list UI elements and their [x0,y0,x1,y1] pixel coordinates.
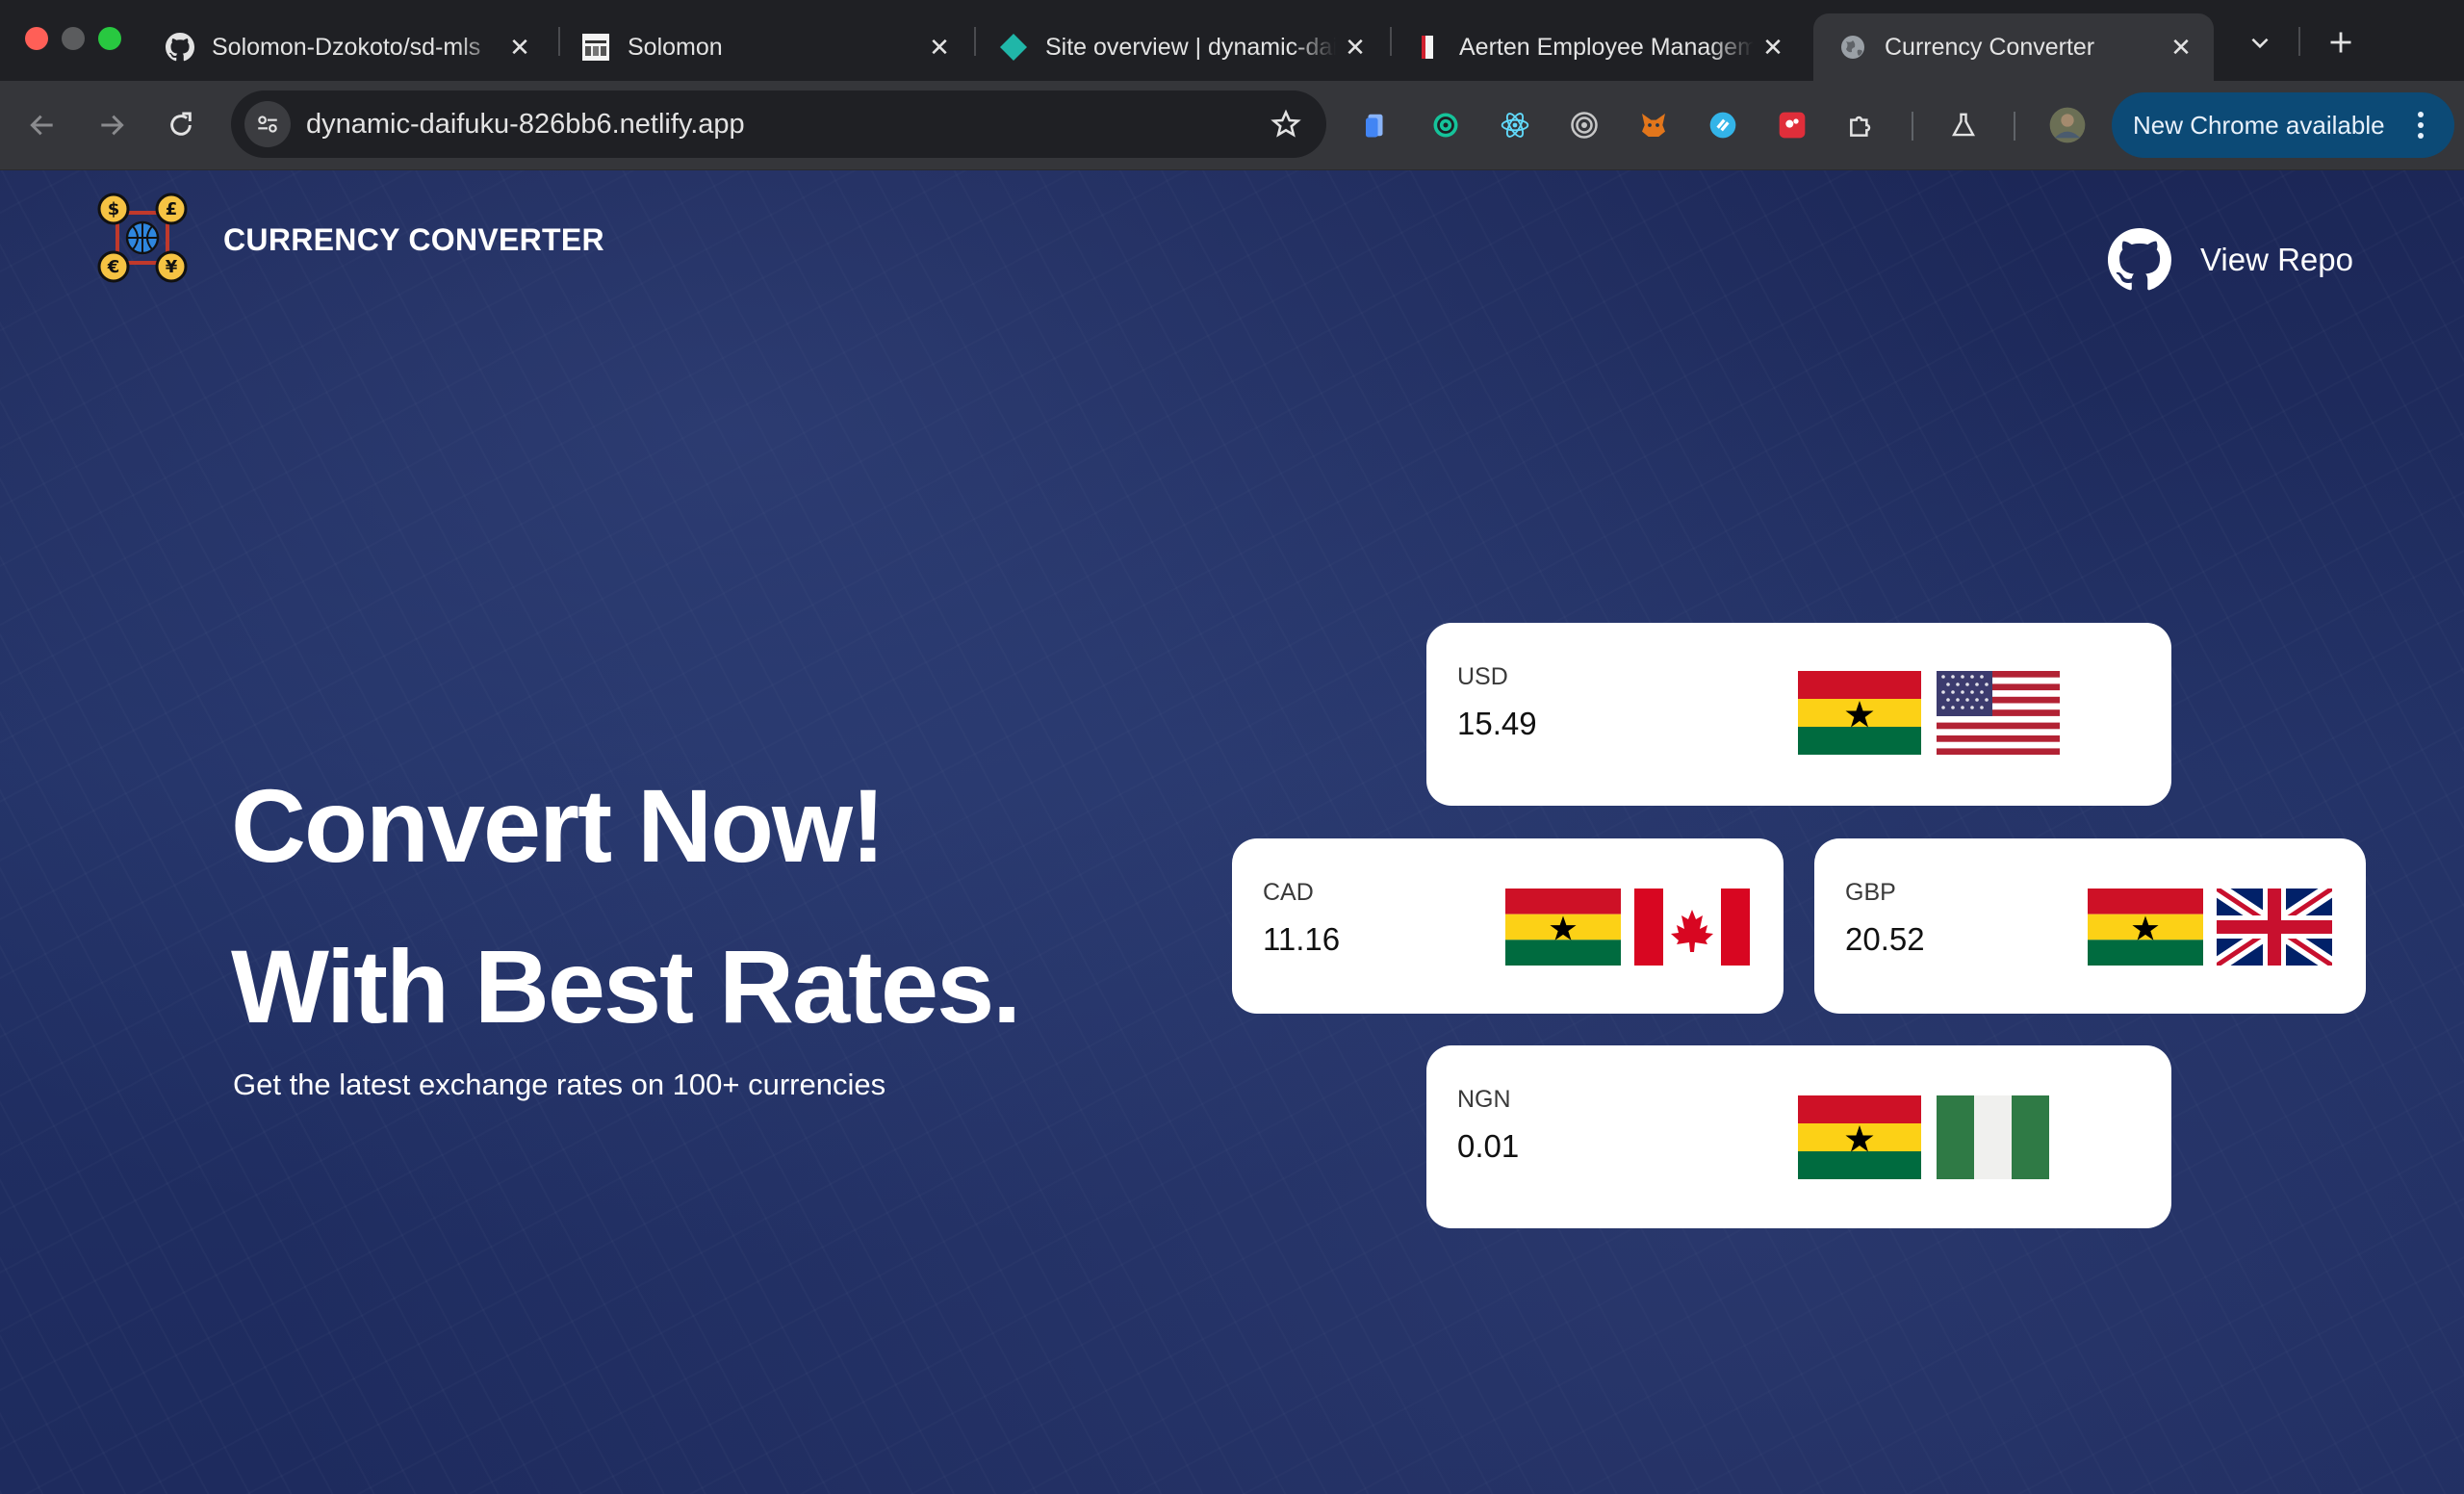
forward-button[interactable] [89,102,135,148]
site-brand[interactable]: $ £ € ¥ CURRENCY CONVERTER [94,190,604,291]
close-icon[interactable]: ✕ [1336,28,1374,66]
tab-netlify[interactable]: Site overview | dynamic-daifuku ✕ [974,13,1388,81]
red-page-icon [1413,33,1442,62]
svg-text:£: £ [166,199,178,219]
netlify-diamond-icon [999,33,1028,62]
arrow-right-icon [101,115,124,136]
currency-code: CAD [1263,879,1314,906]
tab-title: Solomon [628,33,723,61]
plus-icon [2330,32,2351,53]
address-bar[interactable]: dynamic-daifuku-826bb6.netlify.app [231,90,1326,158]
puzzle-extensions-icon[interactable] [1838,102,1885,148]
ghana-flag-icon [1798,1095,1921,1179]
close-icon[interactable]: ✕ [1754,28,1792,66]
tab-divider [2298,27,2300,56]
view-repo-label: View Repo [2200,242,2353,277]
new-chrome-available-button[interactable]: New Chrome available [2112,92,2454,158]
maximize-window-button[interactable] [98,27,121,50]
globe-icon [1838,33,1867,62]
site-settings-icon[interactable] [244,101,291,147]
toolbar-divider [1912,112,1913,141]
extension-grammarly-icon[interactable] [1423,102,1469,148]
exchange-rate-value: 15.49 [1457,706,1537,741]
toolbar-divider [2014,112,2015,141]
extension-files-icon[interactable] [1352,102,1399,148]
ghana-flag-icon [2088,889,2203,966]
reload-button[interactable] [158,102,204,148]
back-button[interactable] [19,102,65,148]
new-tab-button[interactable] [2320,21,2362,64]
view-repo-link[interactable]: View Repo [2108,228,2353,292]
svg-text:$: $ [108,199,120,219]
tab-currency-converter[interactable]: Currency Converter ✕ [1813,13,2214,81]
close-icon[interactable]: ✕ [920,28,959,66]
url-text[interactable]: dynamic-daifuku-826bb6.netlify.app [306,109,1263,141]
arrow-left-icon [30,115,53,136]
brand-title: CURRENCY CONVERTER [223,222,604,257]
tab-title: Aerten Employee Management [1459,33,1754,61]
reload-icon [170,112,192,136]
labs-flask-icon[interactable] [1940,102,1987,148]
more-vertical-icon[interactable] [2404,112,2437,139]
extension-metamask-icon[interactable] [1630,102,1677,148]
exchange-rate-value: 20.52 [1845,921,1925,957]
extension-red-app-icon[interactable] [1769,102,1815,148]
extension-target-icon[interactable] [1561,102,1607,148]
currency-code: NGN [1457,1086,1511,1113]
ghana-flag-icon [1505,889,1621,966]
nigeria-flag-icon [1937,1095,2049,1179]
exchange-rate-value: 11.16 [1263,921,1341,957]
profile-avatar[interactable] [2044,102,2091,148]
tab-title: Solomon-Dzokoto/sd-mls [212,33,481,61]
svg-text:€: € [107,257,120,277]
usa-flag-icon [1937,671,2060,755]
currency-globe-logo-icon: $ £ € ¥ [94,190,191,291]
browser-toolbar: dynamic-daifuku-826bb6.netlify.app New C… [0,81,2464,170]
rate-card-cad: CAD 11.16 [1232,838,1784,1014]
rate-card-usd: USD 15.49 [1426,623,2171,806]
currency-code: GBP [1845,879,1896,906]
github-icon [2108,228,2171,292]
tab-solomon[interactable]: Solomon ✕ [556,13,972,81]
close-icon[interactable]: ✕ [500,28,539,66]
minimize-window-button[interactable] [62,27,85,50]
update-label: New Chrome available [2133,110,2385,140]
canada-flag-icon [1634,889,1750,966]
ghana-flag-icon [1798,671,1921,755]
extension-sync-icon[interactable] [1700,102,1746,148]
close-icon[interactable]: ✕ [2162,28,2200,66]
webpage: $ £ € ¥ CURRENCY CONVERTER View Repo Conve… [0,170,2464,1494]
rate-card-ngn: NGN 0.01 [1426,1045,2171,1228]
rate-card-gbp: GBP 20.52 [1814,838,2366,1014]
close-window-button[interactable] [25,27,48,50]
bookmark-star-icon[interactable] [1263,101,1309,147]
tab-search-button[interactable] [2239,21,2281,64]
hero-subtitle: Get the latest exchange rates on 100+ cu… [233,1068,886,1101]
exchange-rate-value: 0.01 [1457,1128,1520,1164]
newsprint-icon [581,33,610,62]
hero-heading-line-2: With Best Rates. [231,928,1021,1044]
svg-text:¥: ¥ [166,257,178,277]
tab-aerten[interactable]: Aerten Employee Management ✕ [1388,13,1806,81]
tab-strip: Solomon-Dzokoto/sd-mls ✕ Solomon ✕ Site … [0,0,2464,81]
extension-react-icon[interactable] [1492,102,1538,148]
tab-title: Site overview | dynamic-daifuku [1045,33,1336,61]
chevron-down-icon [2251,38,2269,49]
github-icon [166,33,194,62]
uk-flag-icon [2217,889,2332,966]
tab-title: Currency Converter [1885,33,2095,61]
currency-code: USD [1457,663,1508,690]
hero-heading-line-1: Convert Now! [231,767,886,884]
tab-github[interactable]: Solomon-Dzokoto/sd-mls ✕ [141,13,552,81]
